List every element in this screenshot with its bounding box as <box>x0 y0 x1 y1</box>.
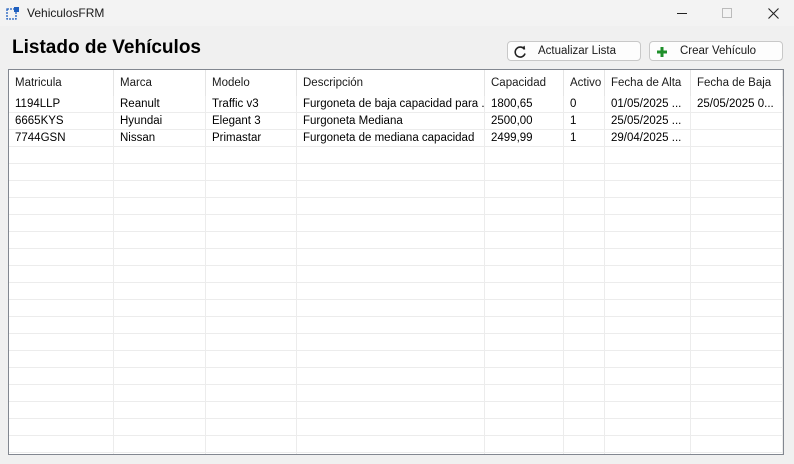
cell-marca[interactable]: Nissan <box>114 130 206 146</box>
cell-activo[interactable]: 1 <box>564 130 605 146</box>
cell-descripcion[interactable]: Furgoneta Mediana <box>297 113 485 129</box>
column-header-capacidad[interactable]: Capacidad <box>485 70 564 96</box>
column-header-fecha-baja[interactable]: Fecha de Baja <box>691 70 783 96</box>
empty-row <box>9 317 783 334</box>
empty-row <box>9 164 783 181</box>
refresh-list-label: Actualizar Lista <box>538 45 616 57</box>
create-vehicle-button[interactable]: Crear Vehículo <box>649 41 783 61</box>
refresh-icon <box>514 45 526 58</box>
close-icon <box>767 7 779 19</box>
column-header-modelo[interactable]: Modelo <box>206 70 297 96</box>
empty-row <box>9 402 783 419</box>
create-vehicle-label: Crear Vehículo <box>680 45 757 57</box>
empty-row <box>9 198 783 215</box>
cell-marca[interactable]: Hyundai <box>114 113 206 129</box>
cell-descripcion[interactable]: Furgoneta de baja capacidad para ... <box>297 96 485 112</box>
close-button[interactable] <box>750 0 794 26</box>
title-bar: VehiculosFRM <box>0 0 794 26</box>
cell-marca[interactable]: Reanult <box>114 96 206 112</box>
app-icon <box>6 7 19 20</box>
cell-matricula[interactable]: 1194LLP <box>9 96 114 112</box>
empty-row <box>9 232 783 249</box>
column-header-fecha-alta[interactable]: Fecha de Alta <box>605 70 691 96</box>
empty-row <box>9 249 783 266</box>
cell-activo[interactable]: 0 <box>564 96 605 112</box>
column-header-descripcion[interactable]: Descripción <box>297 70 485 96</box>
empty-row <box>9 385 783 402</box>
column-header-activo[interactable]: Activo <box>564 70 605 96</box>
cell-fecha-baja[interactable] <box>691 113 783 129</box>
cell-fecha-baja[interactable] <box>691 130 783 146</box>
cell-capacidad[interactable]: 2500,00 <box>485 113 564 129</box>
cell-modelo[interactable]: Primastar <box>206 130 297 146</box>
cell-descripcion[interactable]: Furgoneta de mediana capacidad <box>297 130 485 146</box>
minimize-button[interactable] <box>659 0 705 26</box>
column-header-marca[interactable]: Marca <box>114 70 206 96</box>
cell-matricula[interactable]: 6665KYS <box>9 113 114 129</box>
cell-capacidad[interactable]: 1800,65 <box>485 96 564 112</box>
cell-modelo[interactable]: Elegant 3 <box>206 113 297 129</box>
cell-fecha-alta[interactable]: 29/04/2025 ... <box>605 130 691 146</box>
page-title: Listado de Vehículos <box>12 37 201 58</box>
cell-fecha-alta[interactable]: 01/05/2025 ... <box>605 96 691 112</box>
empty-row <box>9 436 783 453</box>
cell-matricula[interactable]: 7744GSN <box>9 130 114 146</box>
empty-row <box>9 368 783 385</box>
cell-fecha-alta[interactable]: 25/05/2025 ... <box>605 113 691 129</box>
minimize-icon <box>677 13 687 14</box>
cell-modelo[interactable]: Traffic v3 <box>206 96 297 112</box>
empty-row <box>9 147 783 164</box>
column-header-matricula[interactable]: Matricula <box>9 70 114 96</box>
empty-row <box>9 266 783 283</box>
table-row[interactable]: 1194LLP Reanult Traffic v3 Furgoneta de … <box>9 96 783 113</box>
plus-icon <box>657 47 667 57</box>
cell-fecha-baja[interactable]: 25/05/2025 0... <box>691 96 783 112</box>
refresh-list-button[interactable]: Actualizar Lista <box>507 41 641 61</box>
empty-row <box>9 283 783 300</box>
empty-row <box>9 181 783 198</box>
cell-capacidad[interactable]: 2499,99 <box>485 130 564 146</box>
empty-row <box>9 419 783 436</box>
table-row[interactable]: 6665KYS Hyundai Elegant 3 Furgoneta Medi… <box>9 113 783 130</box>
empty-row <box>9 351 783 368</box>
maximize-icon <box>722 8 732 18</box>
table-row[interactable]: 7744GSN Nissan Primastar Furgoneta de me… <box>9 130 783 147</box>
empty-row <box>9 215 783 232</box>
maximize-button[interactable] <box>704 0 750 26</box>
empty-row <box>9 334 783 351</box>
empty-row <box>9 300 783 317</box>
grid-header: Matricula Marca Modelo Descripción Capac… <box>9 70 783 96</box>
cell-activo[interactable]: 1 <box>564 113 605 129</box>
window-title: VehiculosFRM <box>27 6 105 20</box>
vehicles-grid[interactable]: Matricula Marca Modelo Descripción Capac… <box>8 69 784 455</box>
